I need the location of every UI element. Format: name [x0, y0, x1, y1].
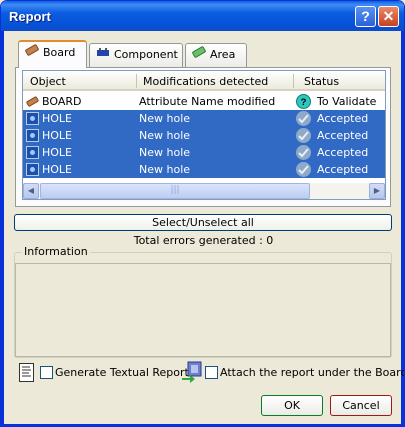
- scroll-thumb[interactable]: |||: [40, 183, 310, 199]
- tab-board[interactable]: Board: [18, 40, 87, 68]
- attach-report-label: Attach the report under the Board A: [220, 366, 405, 379]
- select-unselect-all-button[interactable]: Select/Unselect all: [14, 214, 392, 231]
- table-row[interactable]: HOLE New hole Accepted: [23, 144, 385, 161]
- check-icon: [296, 162, 311, 177]
- board-icon: [25, 42, 39, 64]
- row-status: Accepted: [317, 112, 369, 125]
- row-status: Accepted: [317, 163, 369, 176]
- column-header-status[interactable]: Status: [304, 75, 339, 88]
- cancel-button[interactable]: Cancel: [330, 395, 392, 416]
- table-row[interactable]: HOLE New hole Accepted: [23, 127, 385, 144]
- window-border-left: [1, 31, 4, 426]
- svg-text:?: ?: [301, 97, 307, 108]
- check-icon: [296, 111, 311, 126]
- row-status: Accepted: [317, 129, 369, 142]
- hole-icon: [26, 163, 39, 176]
- scroll-left-button[interactable]: ◀: [23, 183, 39, 199]
- row-object: BOARD: [42, 95, 82, 108]
- modifications-list[interactable]: Object Modifications detected Status BOA…: [22, 70, 386, 200]
- list-header: Object Modifications detected Status: [23, 71, 385, 91]
- board-icon: [26, 96, 39, 107]
- tab-area-label: Area: [210, 48, 236, 61]
- hole-icon: [26, 129, 39, 142]
- window-title: Report: [9, 9, 51, 24]
- tab-area[interactable]: Area: [185, 43, 247, 67]
- row-status: To Validate: [317, 95, 377, 108]
- row-object: HOLE: [42, 146, 73, 159]
- generate-report-label: Generate Textual Report: [55, 366, 189, 379]
- row-object: HOLE: [42, 129, 73, 142]
- row-status: Accepted: [317, 146, 369, 159]
- attach-report-icon: [182, 361, 202, 383]
- horizontal-scrollbar[interactable]: ◀ ||| ▶: [23, 183, 385, 199]
- row-object: HOLE: [42, 112, 73, 125]
- report-dialog: Report ? ✕ Board Component Area Object M…: [0, 0, 405, 427]
- row-modification: New hole: [139, 129, 191, 142]
- tab-component[interactable]: Component: [89, 43, 183, 67]
- check-icon: [296, 128, 311, 143]
- close-button[interactable]: ✕: [378, 6, 399, 27]
- column-separator: [293, 74, 294, 88]
- title-bar[interactable]: Report ? ✕: [1, 1, 404, 31]
- component-icon: [96, 44, 110, 66]
- column-header-modifications[interactable]: Modifications detected: [143, 75, 268, 88]
- row-object: HOLE: [42, 163, 73, 176]
- information-text-area[interactable]: [15, 263, 391, 357]
- row-modification: New hole: [139, 112, 191, 125]
- table-row[interactable]: BOARD Attribute Name modified ? To Valid…: [23, 93, 385, 110]
- column-separator: [136, 74, 137, 88]
- generate-report-checkbox[interactable]: [40, 366, 53, 379]
- question-icon: ?: [296, 94, 311, 109]
- scroll-right-button[interactable]: ▶: [369, 183, 385, 199]
- column-header-object[interactable]: Object: [30, 75, 66, 88]
- attach-report-checkbox[interactable]: [205, 366, 218, 379]
- ok-button[interactable]: OK: [261, 395, 323, 416]
- tab-component-label: Component: [114, 48, 178, 61]
- text-report-icon: [19, 363, 34, 382]
- options-row: Generate Textual Report Attach the repor…: [14, 360, 404, 386]
- row-modification: New hole: [139, 163, 191, 176]
- help-button[interactable]: ?: [355, 6, 376, 27]
- hole-icon: [26, 146, 39, 159]
- tab-board-label: Board: [43, 46, 76, 59]
- hole-icon: [26, 112, 39, 125]
- row-modification: Attribute Name modified: [139, 95, 276, 108]
- row-modification: New hole: [139, 146, 191, 159]
- area-icon: [192, 44, 206, 66]
- information-label: Information: [22, 245, 90, 258]
- table-row[interactable]: HOLE New hole Accepted: [23, 161, 385, 178]
- check-icon: [296, 145, 311, 160]
- table-row[interactable]: HOLE New hole Accepted: [23, 110, 385, 127]
